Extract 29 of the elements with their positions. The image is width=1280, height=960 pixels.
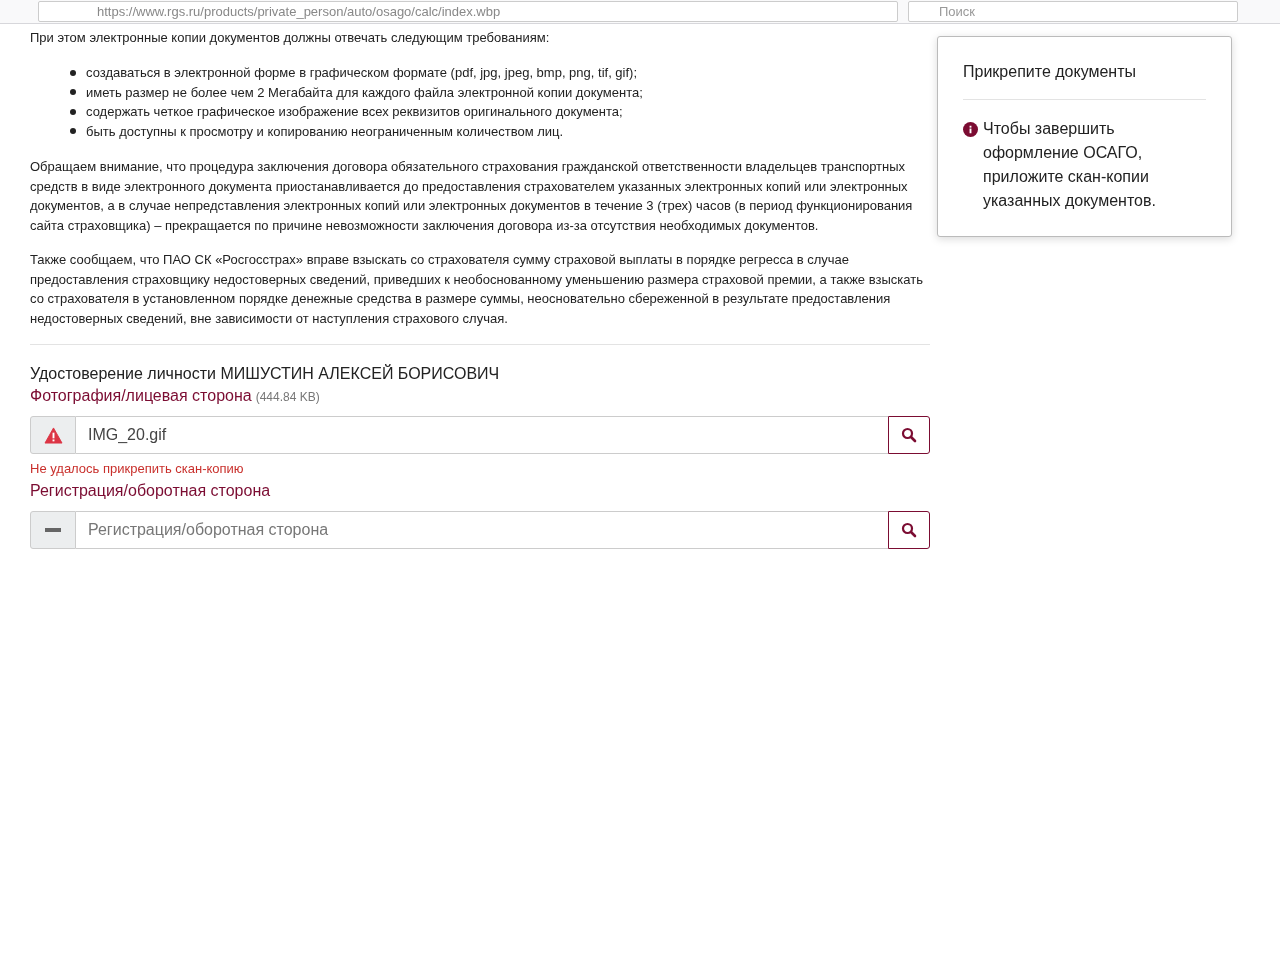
paragraph: Обращаем внимание, что процедура заключения договора обязательного страхования гражданской ответственности владельцев транспортных средств в виде электронного документа приостанавливается до предоставления страхователем указанных электронных копий или электронных документов, а в случае непредставления электронных копий или электронных документов в течение 3 (трех) часов (в период функционирования сайта страховщика) – прекращается по причине невозможности заключения договора из-за отсутствия необходимых документов.: [30, 158, 914, 235]
search-field[interactable]: Поиск: [908, 1, 1238, 22]
info-icon: [963, 122, 978, 137]
list-item: создаваться в электронной форме в графическом формате (pdf, jpg, jpeg, bmp, png, tif, gif);: [86, 64, 638, 82]
paragraph: При этом электронные копии документов должны отвечать следующим требованиям:: [30, 29, 551, 47]
list-item: быть доступны к просмотру и копированию неограниченным количеством лиц.: [86, 122, 564, 141]
panel-title: Прикрепите документы: [963, 61, 1206, 100]
panel-message: Чтобы завершить оформление ОСАГО, приложите скан-копии указанных документов.: [983, 119, 1157, 211]
search-icon: [901, 427, 917, 443]
file-size: (444.84 KB): [255, 389, 320, 406]
document-title: Удостоверение личности МИШУСТИН АЛЕКСЕЙ БОРИСОВИЧ: [30, 363, 501, 384]
url-field[interactable]: https://www.rgs.ru/products/private_person/auto/osago/calc/index.wbp: [38, 1, 898, 22]
bullet-icon: [70, 108, 76, 115]
file-input[interactable]: IMG_20.gif: [76, 416, 888, 454]
bullet-icon: [70, 69, 76, 76]
field-label: Регистрация/оборотная сторона: [30, 481, 271, 501]
minus-icon: [45, 528, 61, 532]
bullet-icon: [70, 89, 76, 96]
field-label: Фотография/лицевая сторона: [30, 386, 252, 406]
bullet-icon: [70, 128, 76, 135]
paragraph: Также сообщаем, что ПАО СК «Росгосстрах» вправе взыскать со страхователя сумму страховой выплаты в порядке регресса в случае предоставления страховщику недостоверных сведений, приведших к необоснованному уменьшению размера страховой премии, а также взыскать со страхователя в установленном порядке денежные средства в размере суммы, неосновательно сбереженной в результате предоставления недостоверных сведений, вне зависимости от наступления страхового случая.: [30, 251, 924, 328]
browse-button[interactable]: [888, 416, 930, 454]
search-icon: [901, 522, 917, 538]
file-input[interactable]: Регистрация/оборотная сторона: [76, 511, 888, 549]
list-item: содержать четкое графическое изображение всех реквизитов оригинального документа;: [86, 103, 623, 121]
warning-icon: [43, 426, 63, 444]
error-message: Не удалось прикрепить скан-копию: [30, 460, 245, 478]
browse-button[interactable]: [888, 511, 930, 549]
list-item: иметь размер не более чем 2 Мегабайта для каждого файла электронной копии документа;: [86, 83, 643, 102]
